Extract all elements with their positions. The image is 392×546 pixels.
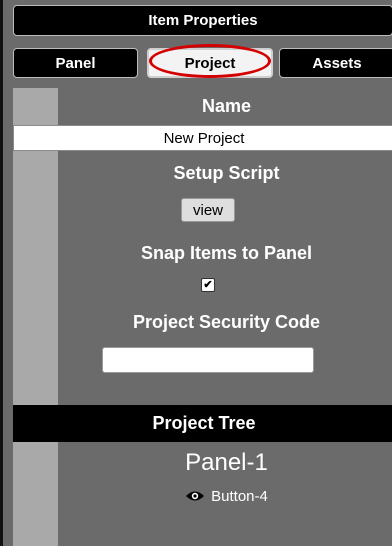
view-script-button-label: view	[192, 201, 223, 219]
project-name-field[interactable]: New Project	[13, 125, 392, 151]
snap-items-label-text: Snap Items to Panel	[140, 242, 313, 263]
tab-panel-label: Panel	[55, 54, 96, 72]
tab-project[interactable]: Project	[147, 48, 273, 78]
name-label-text: Name	[201, 95, 252, 116]
tab-panel[interactable]: Panel	[13, 48, 138, 78]
tab-bar: Panel Project Assets	[13, 44, 392, 78]
security-code-label: Project Security Code	[58, 306, 392, 338]
tree-node-panel[interactable]: Panel-1	[58, 448, 392, 478]
view-script-button[interactable]: view	[181, 198, 235, 222]
eye-icon[interactable]	[185, 490, 205, 502]
item-properties-panel: Item Properties Panel Project Assets Nam…	[0, 0, 392, 546]
name-label: Name	[58, 88, 392, 124]
checkmark-icon: ✔	[203, 278, 213, 291]
tree-indent-strip	[13, 442, 58, 546]
tree-node-button[interactable]: Button-4	[58, 485, 392, 507]
snap-items-label: Snap Items to Panel	[58, 238, 392, 268]
tree-node-panel-label: Panel-1	[185, 449, 268, 476]
tab-assets[interactable]: Assets	[279, 48, 392, 78]
security-code-field[interactable]	[102, 347, 314, 373]
setup-script-label-text: Setup Script	[173, 162, 280, 183]
project-tree-header: Project Tree	[13, 405, 392, 442]
panel-title: Item Properties	[13, 5, 392, 36]
setup-script-label: Setup Script	[58, 158, 392, 188]
tab-assets-label: Assets	[312, 54, 362, 72]
security-code-label-text: Project Security Code	[132, 311, 321, 332]
tab-project-label: Project	[184, 54, 236, 72]
snap-items-checkbox[interactable]: ✔	[201, 278, 215, 292]
project-name-value: New Project	[163, 129, 245, 147]
project-tree-title: Project Tree	[152, 413, 256, 433]
tree-node-button-label: Button-4	[211, 487, 268, 505]
panel-title-text: Item Properties	[148, 12, 258, 29]
